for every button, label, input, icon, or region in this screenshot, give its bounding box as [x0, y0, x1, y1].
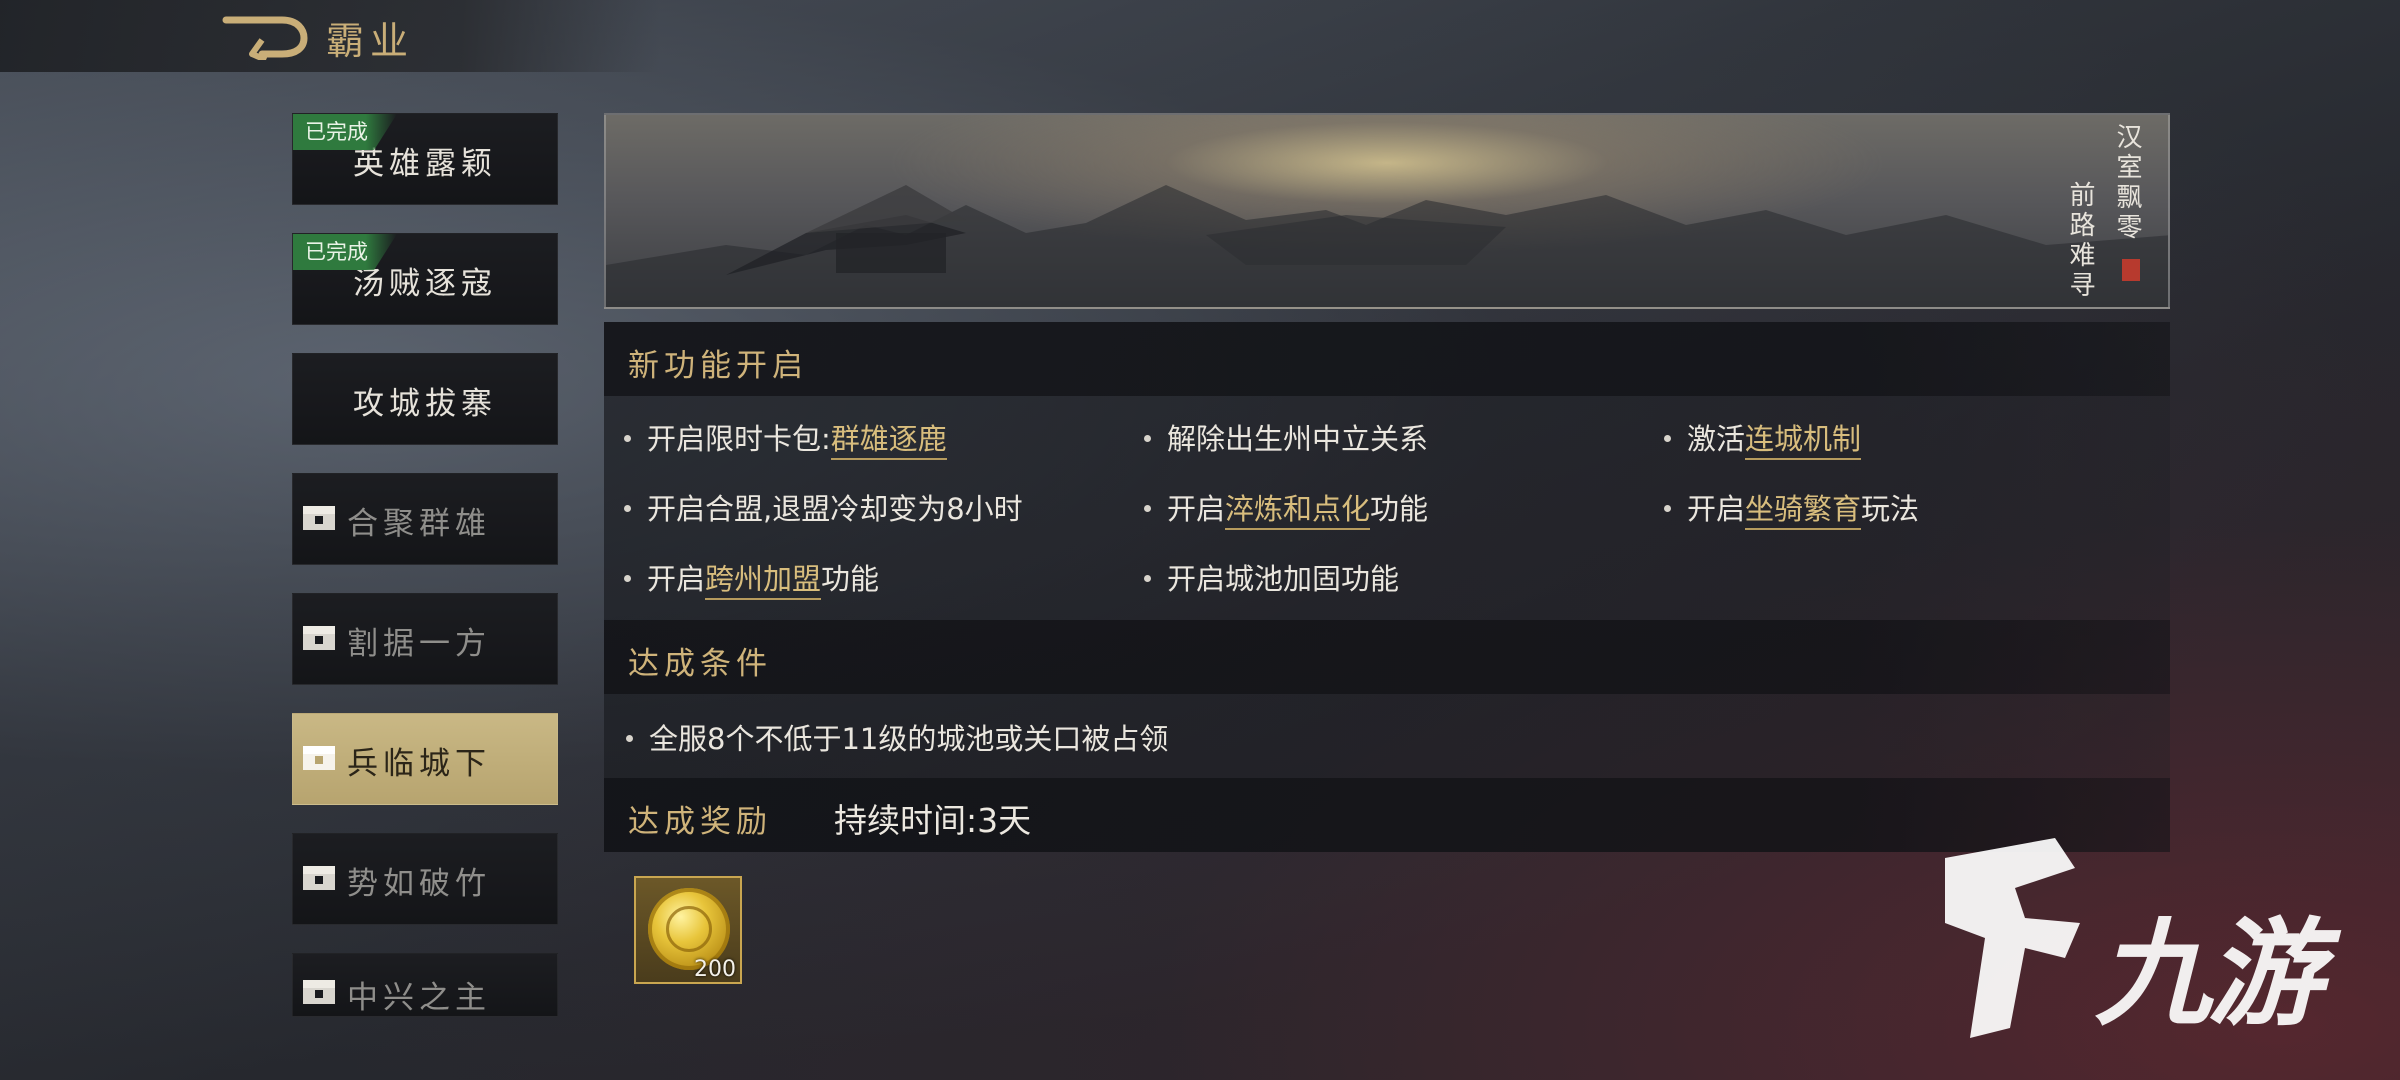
conditions-title: 达成条件: [628, 646, 772, 682]
top-bar: 霸业: [0, 0, 660, 72]
feature-item: 开启城池加固功能: [1144, 556, 1399, 598]
sidebar-item-stage-4[interactable]: 合聚群雄: [292, 473, 558, 565]
sidebar-item-stage-5[interactable]: 割据一方: [292, 593, 558, 685]
palace-silhouette: [606, 185, 2168, 307]
sidebar-item-stage-7[interactable]: 势如破竹: [292, 833, 558, 925]
sidebar-item-label: 合聚群雄: [347, 506, 491, 542]
feature-item: 开启淬炼和点化功能: [1144, 486, 1428, 530]
reward-count: 200: [694, 957, 736, 982]
feature-item: 开启合盟,退盟冷却变为8小时: [624, 486, 1023, 528]
banner-caption-line2: 前路难寻: [2065, 181, 2095, 301]
feature-item: 开启跨州加盟功能: [624, 556, 879, 600]
sidebar-item-stage-2[interactable]: 汤贼逐寇 已完成: [292, 233, 558, 325]
page-title: 霸业: [326, 19, 415, 63]
sidebar-item-label: 攻城拔寨: [353, 386, 497, 422]
chest-icon: [303, 506, 335, 530]
chest-icon: [303, 626, 335, 650]
feature-link[interactable]: 淬炼和点化: [1225, 492, 1371, 530]
sidebar-item-stage-1[interactable]: 英雄露颖 已完成: [292, 113, 558, 205]
features-title: 新功能开启: [628, 348, 808, 384]
back-button[interactable]: [222, 12, 308, 63]
sidebar-item-stage-3[interactable]: 攻城拔寨: [292, 353, 558, 445]
conditions-header: 达成条件: [604, 620, 2170, 694]
feature-item: 解除出生州中立关系: [1144, 416, 1428, 458]
condition-item: 全服8个不低于11级的城池或关口被占领: [626, 716, 1168, 758]
feature-item: 开启限时卡包:群雄逐鹿: [624, 416, 947, 460]
reward-item[interactable]: 200: [634, 876, 742, 984]
feature-link[interactable]: 坐骑繁育: [1745, 492, 1862, 530]
back-arrow-icon: [222, 16, 308, 63]
feature-link[interactable]: 群雄逐鹿: [830, 422, 947, 460]
chest-icon: [303, 746, 335, 770]
sidebar-item-stage-8[interactable]: 中兴之主: [292, 953, 558, 1017]
sidebar-item-label: 割据一方: [347, 626, 491, 662]
chest-icon: [303, 980, 335, 1004]
watermark-text: 九游: [2095, 907, 2323, 1042]
conditions-list: 全服8个不低于11级的城池或关口被占领: [604, 694, 2170, 778]
red-seal-stamp: [2122, 259, 2140, 281]
rewards-title: 达成奖励: [628, 804, 772, 840]
sidebar-item-stage-6[interactable]: 兵临城下: [292, 713, 558, 805]
feature-item: 激活连城机制: [1664, 416, 1862, 460]
features-list: 开启限时卡包:群雄逐鹿 解除出生州中立关系 激活连城机制 开启合盟,退盟冷却变为…: [604, 396, 2170, 620]
sidebar-item-label: 中兴之主: [347, 980, 491, 1016]
sidebar-item-label: 兵临城下: [347, 746, 491, 782]
chest-icon: [303, 866, 335, 890]
feature-link[interactable]: 跨州加盟: [705, 562, 822, 600]
feature-item: 开启坐骑繁育玩法: [1664, 486, 1919, 530]
sidebar-item-label: 势如破竹: [347, 866, 491, 902]
feature-link[interactable]: 连城机制: [1745, 422, 1862, 460]
stage-banner-image: 汉室飘零 前路难寻: [604, 113, 2170, 309]
features-header: 新功能开启: [604, 322, 2170, 396]
duration-text: 持续时间:3天: [834, 801, 1032, 840]
